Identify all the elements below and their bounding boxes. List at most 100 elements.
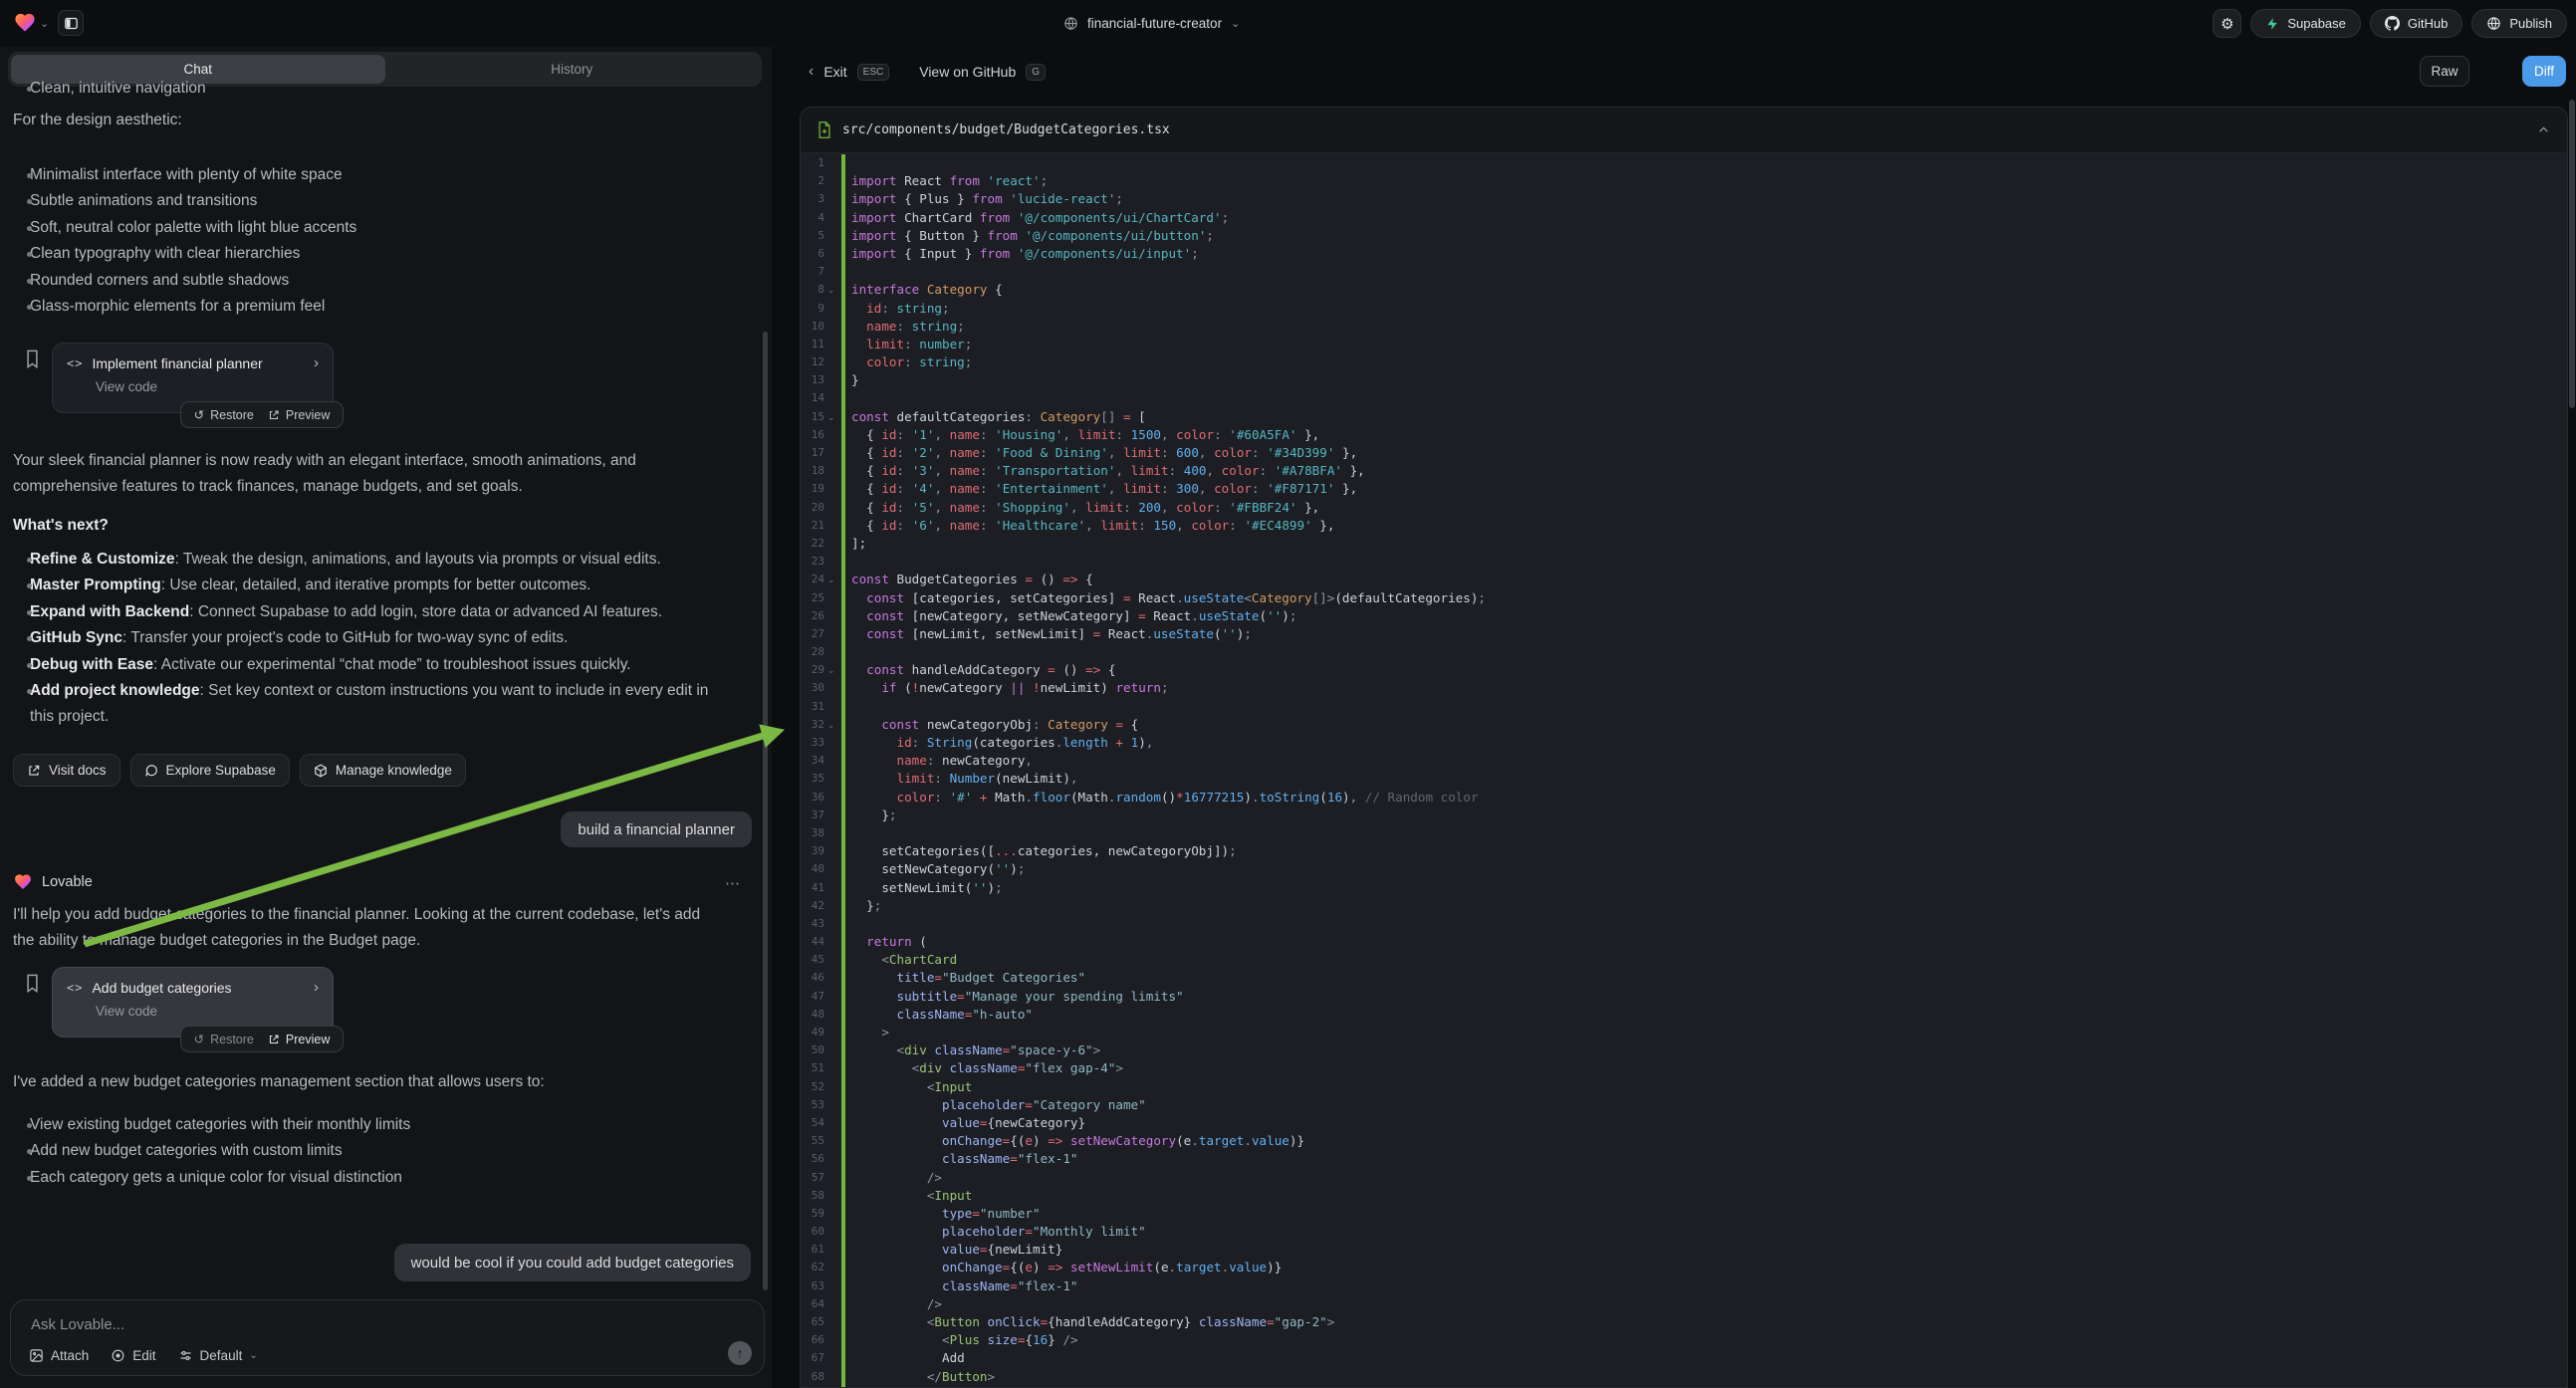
- fold-chevron-icon[interactable]: ⌄: [827, 408, 835, 426]
- code-line: 62 onChange={(e) => setNewLimit(e.target…: [801, 1259, 2567, 1276]
- fold-chevron-icon[interactable]: ⌄: [827, 571, 835, 588]
- action-buttons-row: Visit docs Explore Supabase Manage knowl…: [13, 754, 466, 787]
- code-line: 55 onChange={(e) => setNewCategory(e.tar…: [801, 1132, 2567, 1150]
- preview-button[interactable]: Preview: [268, 1033, 330, 1046]
- list-item: Clean typography with clear hierarchies: [13, 241, 735, 267]
- chevron-right-icon[interactable]: ›: [314, 354, 319, 371]
- code-line: 47 subtitle="Manage your spending limits…: [801, 988, 2567, 1006]
- fold-chevron-icon[interactable]: ⌄: [827, 281, 835, 299]
- bookmark-icon[interactable]: [25, 349, 40, 368]
- code-line: 3import { Plus } from 'lucide-react';: [801, 190, 2567, 208]
- circle-dot-icon: [111, 1348, 125, 1363]
- code-line: 63 className="flex-1": [801, 1277, 2567, 1295]
- code-line: 13}: [801, 371, 2567, 389]
- list-item: Minimalist interface with plenty of whit…: [13, 162, 735, 188]
- code-line: 39 setCategories([...categories, newCate…: [801, 842, 2567, 860]
- version-card-title: Add budget categories: [92, 980, 231, 996]
- code-line: 33 id: String(categories.length + 1),: [801, 734, 2567, 752]
- code-line: 41 setNewLimit('');: [801, 879, 2567, 897]
- view-code-link[interactable]: View code: [96, 1004, 319, 1019]
- code-line: 1: [801, 154, 2567, 172]
- list-item: Soft, neutral color palette with light b…: [13, 215, 735, 241]
- lovable-logo-icon[interactable]: [13, 11, 37, 34]
- edit-button[interactable]: Edit: [111, 1348, 155, 1363]
- supabase-icon: [2265, 17, 2279, 31]
- ready-text: Your sleek financial planner is now read…: [13, 448, 740, 500]
- code-line: 42 };: [801, 897, 2567, 915]
- fold-chevron-icon[interactable]: ⌄: [827, 661, 835, 679]
- chat-panel: Chat History Clean, intuitive navigation…: [0, 47, 772, 1388]
- arrow-up-icon: ↑: [737, 1345, 744, 1361]
- publish-button[interactable]: Publish: [2471, 9, 2567, 38]
- code-line: 24⌄const BudgetCategories = () => {: [801, 571, 2567, 588]
- chat-input[interactable]: Ask Lovable...: [31, 1316, 124, 1333]
- restore-button[interactable]: ↺Restore: [194, 1032, 254, 1046]
- added-bullet-list: View existing budget categories with the…: [13, 1112, 735, 1191]
- fold-chevron-icon[interactable]: ⌄: [827, 716, 835, 734]
- code-line: 40 setNewCategory('');: [801, 860, 2567, 878]
- view-code-link[interactable]: View code: [96, 379, 319, 394]
- restore-button[interactable]: ↺Restore: [194, 407, 254, 422]
- message-more-icon[interactable]: ⋯: [725, 874, 741, 892]
- chevron-right-icon[interactable]: ›: [314, 979, 319, 996]
- code-header: ‹ Exit ESC View on GitHub G Raw Diff: [800, 47, 2576, 107]
- code-line: 66 <Plus size={16} />: [801, 1331, 2567, 1349]
- chevron-left-icon[interactable]: ‹: [809, 63, 814, 81]
- code-line: 60 placeholder="Monthly limit": [801, 1223, 2567, 1241]
- file-header[interactable]: src/components/budget/BudgetCategories.t…: [801, 108, 2567, 153]
- list-item: Subtle animations and transitions: [13, 188, 735, 214]
- project-switcher[interactable]: financial-future-creator ⌄: [1063, 0, 1240, 47]
- send-button[interactable]: ↑: [728, 1341, 752, 1365]
- list-item: Expand with Backend: Connect Supabase to…: [13, 599, 735, 625]
- code-scrollbar[interactable]: [2569, 100, 2575, 408]
- manage-knowledge-button[interactable]: Manage knowledge: [300, 754, 466, 787]
- panel-left-icon: [64, 16, 79, 31]
- bookmark-icon[interactable]: [25, 974, 40, 993]
- code-line: 31: [801, 698, 2567, 716]
- code-line: 14: [801, 389, 2567, 407]
- user-message-bubble: build a financial planner: [561, 811, 752, 847]
- project-name: financial-future-creator: [1087, 16, 1222, 31]
- code-line: 8⌄interface Category {: [801, 281, 2567, 299]
- chat-scrollbar[interactable]: [763, 332, 768, 1290]
- code-line: 44 return (: [801, 933, 2567, 951]
- preview-button[interactable]: Preview: [268, 408, 330, 422]
- package-icon: [314, 764, 328, 778]
- lovable-heart-icon: [13, 872, 33, 891]
- chevron-up-icon[interactable]: [2537, 123, 2550, 136]
- code-line: 15⌄const defaultCategories: Category[] =…: [801, 408, 2567, 426]
- code-line: 21 { id: '6', name: 'Healthcare', limit:…: [801, 517, 2567, 535]
- raw-button[interactable]: Raw: [2420, 56, 2469, 87]
- view-on-github-button[interactable]: View on GitHub: [919, 64, 1016, 80]
- restore-icon: ↺: [194, 1032, 204, 1046]
- restore-preview-pill: ↺Restore Preview: [180, 401, 344, 428]
- exit-button[interactable]: Exit: [823, 64, 846, 80]
- code-editor[interactable]: 12import React from 'react';3import { Pl…: [801, 154, 2567, 1388]
- next-steps-list: Refine & Customize: Tweak the design, an…: [13, 547, 735, 731]
- attach-button[interactable]: Attach: [29, 1348, 89, 1363]
- toggle-sidebar-button[interactable]: [58, 10, 84, 36]
- supabase-button[interactable]: Supabase: [2250, 9, 2361, 38]
- code-line: 59 type="number": [801, 1205, 2567, 1223]
- code-line: 57 />: [801, 1169, 2567, 1187]
- mode-select[interactable]: Default ⌄: [178, 1348, 258, 1363]
- diff-button[interactable]: Diff: [2522, 56, 2566, 87]
- settings-button[interactable]: ⚙: [2213, 9, 2241, 38]
- restore-icon: ↺: [194, 407, 204, 422]
- logo-chevron-down-icon[interactable]: ⌄: [40, 17, 49, 30]
- code-line: 68 </Button>: [801, 1368, 2567, 1386]
- whats-next-heading: What's next?: [13, 513, 109, 539]
- visit-docs-button[interactable]: Visit docs: [13, 754, 120, 787]
- g-kbd-badge: G: [1026, 64, 1046, 81]
- explore-supabase-button[interactable]: Explore Supabase: [130, 754, 290, 787]
- list-item: Rounded corners and subtle shadows: [13, 268, 735, 294]
- code-line: 37 };: [801, 807, 2567, 824]
- external-link-icon: [268, 1034, 280, 1045]
- github-button[interactable]: GitHub: [2370, 9, 2462, 38]
- code-line: 6import { Input } from '@/components/ui/…: [801, 245, 2567, 263]
- code-line: 16 { id: '1', name: 'Housing', limit: 15…: [801, 426, 2567, 444]
- code-line: 32⌄ const newCategoryObj: Category = {: [801, 716, 2567, 734]
- code-line: 30 if (!newCategory || !newLimit) return…: [801, 679, 2567, 697]
- code-line: 19 { id: '4', name: 'Entertainment', lim…: [801, 480, 2567, 498]
- esc-kbd-badge: ESC: [857, 64, 890, 81]
